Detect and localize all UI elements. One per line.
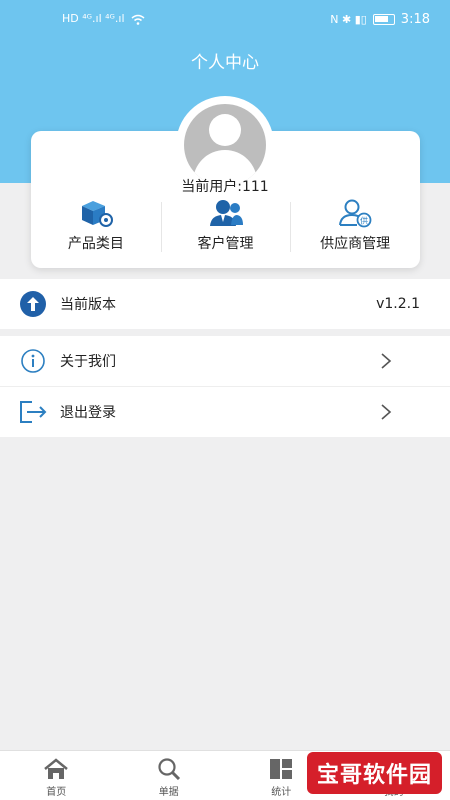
watermark-logo: 宝哥软件园 xyxy=(307,752,442,794)
status-bar: HD ⁴ᴳ.ıl ⁴ᴳ.ıl N ✱ ▮▯ 3:18 xyxy=(0,0,450,40)
search-icon xyxy=(155,757,183,781)
wifi-icon xyxy=(131,14,144,25)
version-value: v1.2.1 xyxy=(376,296,420,312)
menu-item-label: 供应商管理 xyxy=(320,236,391,252)
upload-arrow-icon xyxy=(18,289,48,319)
version-section: 当前版本 v1.2.1 xyxy=(0,279,450,329)
tab-label: 单据 xyxy=(158,787,179,798)
list-item-label: 关于我们 xyxy=(60,354,116,370)
status-right: N ✱ ▮▯ 3:18 xyxy=(330,12,430,27)
current-user-label: 当前用户:111 xyxy=(181,179,269,195)
menu-item-product-category[interactable]: 产品类目 xyxy=(31,196,161,256)
menu-item-label: 客户管理 xyxy=(197,236,254,252)
svg-text:供: 供 xyxy=(360,216,368,226)
signal-icon: HD ⁴ᴳ.ıl ⁴ᴳ.ıl xyxy=(62,12,125,25)
stats-icon xyxy=(267,757,295,781)
supplier-icon: 供 xyxy=(336,198,374,228)
menu-item-customers[interactable]: 客户管理 xyxy=(160,196,291,256)
system-icons: N ✱ ▮▯ xyxy=(330,12,367,26)
tab-home[interactable]: 首页 xyxy=(0,751,113,800)
page-title: 个人中心 xyxy=(191,53,259,73)
version-label: 当前版本 xyxy=(60,297,116,313)
logout-icon xyxy=(18,397,48,427)
list-item-about[interactable]: 关于我们 xyxy=(0,336,450,386)
battery-icon xyxy=(372,14,395,25)
customers-icon xyxy=(207,198,245,228)
chevron-right-icon xyxy=(381,404,392,420)
clock: 3:18 xyxy=(400,12,430,27)
chevron-right-icon xyxy=(381,353,392,369)
menu-item-label: 产品类目 xyxy=(67,236,124,252)
list-item-logout[interactable]: 退出登录 xyxy=(0,387,450,437)
tab-documents[interactable]: 单据 xyxy=(113,751,226,800)
quick-menu: 产品类目 客户管理 供 供应商管理 xyxy=(31,196,420,256)
avatar-icon xyxy=(184,104,266,186)
info-icon xyxy=(18,346,48,376)
list-item-label: 退出登录 xyxy=(60,405,116,421)
tab-label: 首页 xyxy=(46,787,67,798)
product-box-icon xyxy=(77,198,115,228)
tab-label: 统计 xyxy=(271,787,292,798)
menu-item-suppliers[interactable]: 供 供应商管理 xyxy=(290,196,420,256)
signal-indicators: HD ⁴ᴳ.ıl ⁴ᴳ.ıl xyxy=(62,12,145,26)
home-icon xyxy=(42,757,70,781)
version-row: 当前版本 v1.2.1 xyxy=(0,279,450,329)
settings-list: 关于我们 退出登录 xyxy=(0,336,450,437)
